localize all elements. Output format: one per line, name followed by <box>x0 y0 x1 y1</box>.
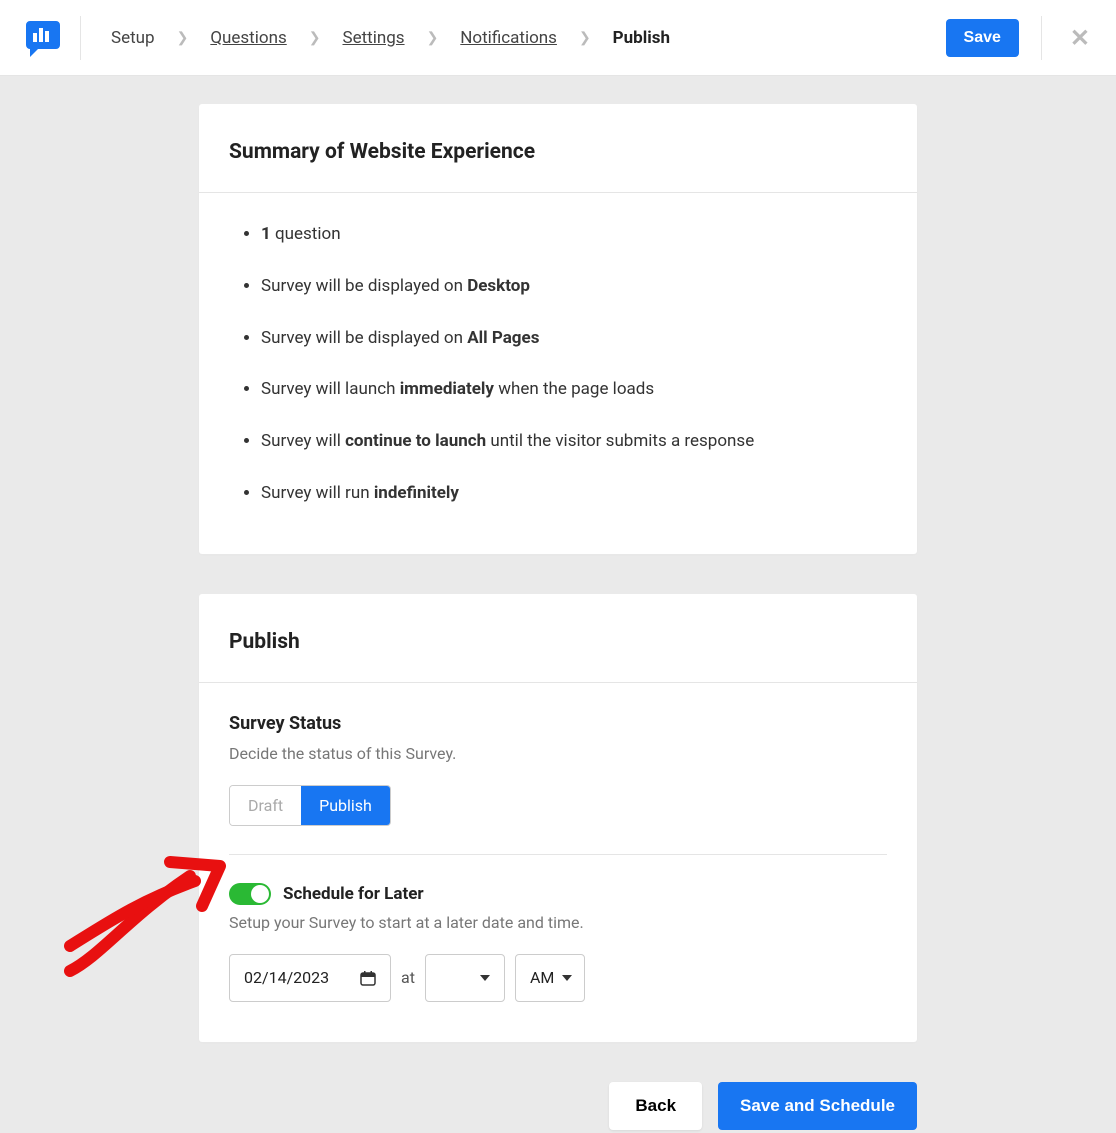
schedule-ampm-select[interactable]: AM <box>515 954 585 1002</box>
breadcrumb-step-settings[interactable]: Settings <box>342 28 404 48</box>
publish-card: Publish Survey Status Decide the status … <box>199 594 917 1042</box>
status-option-publish[interactable]: Publish <box>301 786 390 825</box>
survey-status-desc: Decide the status of this Survey. <box>229 744 887 763</box>
status-option-draft[interactable]: Draft <box>230 786 301 825</box>
breadcrumb-step-notifications[interactable]: Notifications <box>460 28 557 48</box>
close-icon[interactable]: ✕ <box>1064 24 1096 52</box>
summary-title: Summary of Website Experience <box>229 140 887 164</box>
save-and-schedule-button[interactable]: Save and Schedule <box>718 1082 917 1130</box>
summary-item: Survey will run indefinitely <box>261 482 887 506</box>
chevron-right-icon: ❯ <box>309 30 321 46</box>
schedule-date-input[interactable]: 02/14/2023 <box>229 954 391 1002</box>
calendar-icon <box>360 970 376 986</box>
summary-card: Summary of Website Experience 1 question… <box>199 104 917 554</box>
schedule-desc: Setup your Survey to start at a later da… <box>229 913 887 932</box>
save-button[interactable]: Save <box>946 19 1019 57</box>
summary-item: Survey will be displayed on Desktop <box>261 275 887 299</box>
summary-item: Survey will continue to launch until the… <box>261 430 887 454</box>
schedule-hour-select[interactable] <box>425 954 505 1002</box>
summary-item: Survey will be displayed on All Pages <box>261 327 887 351</box>
caret-down-icon <box>480 975 490 981</box>
publish-title: Publish <box>229 630 887 654</box>
chevron-right-icon: ❯ <box>427 30 439 46</box>
caret-down-icon <box>562 975 572 981</box>
chevron-right-icon: ❯ <box>579 30 591 46</box>
schedule-toggle[interactable] <box>229 883 271 905</box>
divider <box>1041 16 1042 60</box>
breadcrumb: Setup ❯ Questions ❯ Settings ❯ Notificat… <box>81 28 946 48</box>
ampm-value: AM <box>530 968 554 987</box>
schedule-date-value: 02/14/2023 <box>244 968 329 987</box>
schedule-title: Schedule for Later <box>283 884 424 904</box>
breadcrumb-step-publish[interactable]: Publish <box>613 28 670 48</box>
chart-bubble-icon <box>20 17 62 59</box>
breadcrumb-step-questions[interactable]: Questions <box>210 28 286 48</box>
chevron-right-icon: ❯ <box>177 30 189 46</box>
footer-actions: Back Save and Schedule <box>199 1082 917 1130</box>
summary-list: 1 question Survey will be displayed on D… <box>229 223 887 506</box>
app-logo[interactable] <box>20 16 81 60</box>
at-label: at <box>401 968 415 987</box>
summary-item: Survey will launch immediately when the … <box>261 378 887 402</box>
back-button[interactable]: Back <box>609 1082 702 1130</box>
status-toggle: Draft Publish <box>229 785 391 826</box>
breadcrumb-step-setup[interactable]: Setup <box>111 28 155 48</box>
summary-item: 1 question <box>261 223 887 247</box>
survey-status-label: Survey Status <box>229 713 887 734</box>
